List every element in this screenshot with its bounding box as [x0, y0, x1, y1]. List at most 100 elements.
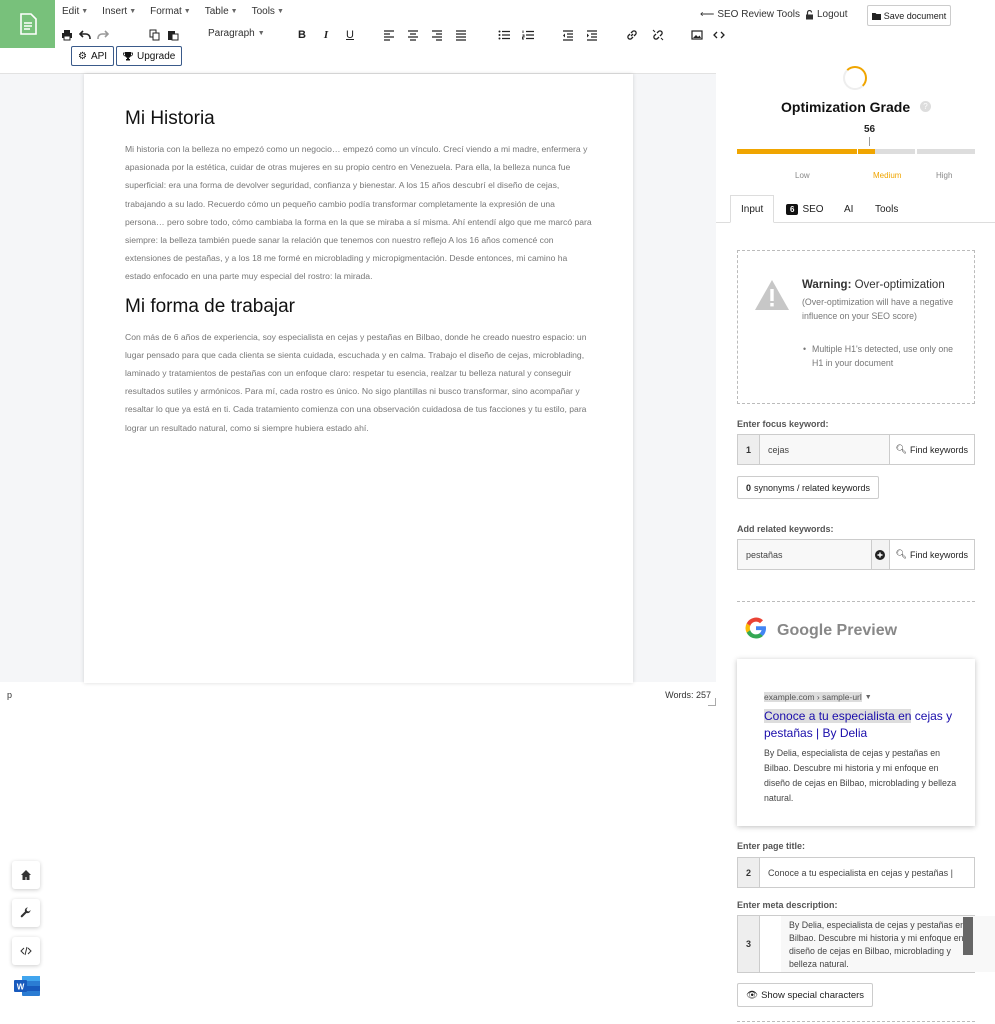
italic-button[interactable]: I — [317, 27, 335, 43]
indent-icon — [587, 30, 597, 41]
help-icon[interactable]: ? — [920, 101, 931, 112]
paste-button[interactable] — [164, 27, 182, 43]
underline-button[interactable]: U — [341, 27, 359, 43]
api-button[interactable]: ⚙ API — [71, 46, 115, 66]
editor-heading-2[interactable]: Mi forma de trabajar — [125, 296, 593, 318]
paste-icon — [168, 31, 179, 41]
serp-title[interactable]: Conoce a tu especialista en cejas y pest… — [764, 708, 961, 742]
add-keyword-button[interactable] — [870, 540, 889, 569]
menu-bar: Edit ▼ Insert ▼ Format ▼ Table ▼ Tools ▼ — [62, 6, 284, 17]
code-icon — [20, 946, 32, 956]
show-special-characters-button[interactable]: 👁︎ Show special characters — [737, 983, 874, 1007]
editor-heading-1[interactable]: Mi Historia — [125, 108, 593, 130]
microsoft-word-icon[interactable]: W — [14, 975, 40, 997]
related-keywords-input[interactable]: pestañas — [738, 540, 871, 569]
grade-marker — [869, 137, 870, 146]
find-related-keywords-button[interactable]: 🔍︎ Find keywords — [888, 540, 974, 569]
menu-format[interactable]: Format ▼ — [150, 6, 191, 17]
caret-down-icon: ▼ — [183, 8, 191, 15]
synonyms-button[interactable]: 0 synonyms / related keywords — [737, 476, 880, 499]
serp-title-highlight: Conoce a tu especialista en — [764, 709, 912, 723]
related-keywords-label: Add related keywords: — [737, 524, 834, 534]
print-button[interactable] — [58, 27, 76, 43]
resize-handle[interactable] — [708, 698, 716, 706]
page-title-input[interactable]: Conoce a tu especialista en cejas y pest… — [760, 858, 974, 887]
app-logo[interactable] — [0, 0, 55, 48]
menu-edit[interactable]: Edit ▼ — [62, 6, 88, 17]
plus-circle-icon — [875, 549, 886, 560]
align-right-button[interactable] — [428, 27, 446, 43]
tab-tools[interactable]: Tools — [875, 195, 898, 223]
settings-button[interactable] — [12, 899, 40, 927]
caret-down-icon: ▼ — [230, 8, 238, 15]
editor-content[interactable]: Mi Historia Mi historia con la belleza n… — [84, 74, 633, 683]
find-keywords-button[interactable]: 🔍︎ Find keywords — [888, 435, 974, 464]
menu-table[interactable]: Table ▼ — [205, 6, 238, 17]
toolbar-lists — [495, 27, 537, 43]
tab-ai[interactable]: AI — [844, 195, 853, 223]
tab-input-label: Input — [741, 203, 764, 215]
tab-seo[interactable]: 6 SEO — [786, 195, 824, 223]
menu-format-label: Format — [150, 6, 182, 17]
grade-bar-medium-fill — [858, 149, 876, 154]
image-icon — [691, 30, 703, 40]
align-left-button[interactable] — [380, 27, 398, 43]
seo-panel: Optimization Grade ? 56 Low Medium High … — [716, 0, 995, 1024]
word-logo: W — [14, 976, 40, 996]
embed-code-button[interactable] — [12, 937, 40, 965]
toolbar-clipboard — [146, 27, 182, 43]
undo-icon — [79, 30, 91, 39]
numbered-list-button[interactable] — [519, 27, 537, 43]
bullet-list-button[interactable] — [495, 27, 513, 43]
link-button[interactable] — [623, 27, 641, 43]
menu-insert[interactable]: Insert ▼ — [102, 6, 136, 17]
outdent-button[interactable] — [559, 27, 577, 43]
find-related-keywords-label: Find keywords — [909, 549, 968, 560]
serp-description: By Delia, especialista de cejas y pestañ… — [764, 748, 957, 803]
home-button[interactable] — [12, 861, 40, 889]
unlink-button[interactable] — [649, 27, 667, 43]
toolbar-align — [380, 27, 470, 43]
search-icon: 🔍︎ — [895, 444, 907, 454]
focus-keyword-group: 1 cejas 🔍︎ Find keywords — [737, 434, 975, 465]
upgrade-button[interactable]: Upgrade — [116, 46, 183, 66]
show-special-characters-label: Show special characters — [761, 989, 865, 1001]
section-divider — [737, 601, 975, 602]
focus-keyword-input[interactable]: cejas — [760, 435, 889, 464]
editor-statusbar: p Words: 257 — [0, 690, 716, 706]
copy-button[interactable] — [146, 27, 164, 43]
align-justify-button[interactable] — [452, 27, 470, 43]
editor-paragraph-2[interactable]: Con más de 6 años de experiencia, soy es… — [125, 328, 593, 437]
toolbar-history — [58, 27, 112, 43]
numbered-list-icon — [522, 30, 534, 40]
find-keywords-label: Find keywords — [909, 444, 968, 455]
page-title-number: 2 — [738, 858, 760, 887]
align-center-button[interactable] — [404, 27, 422, 43]
unlink-icon — [652, 29, 664, 41]
meta-description-scrollbar[interactable] — [963, 917, 973, 955]
redo-button[interactable] — [94, 27, 112, 43]
toolbar-indent — [559, 27, 601, 43]
image-button[interactable] — [688, 27, 706, 43]
menu-tools[interactable]: Tools ▼ — [252, 6, 284, 17]
synonyms-label: synonyms / related keywords — [754, 482, 871, 493]
warning-description: (Over-optimization will have a negative … — [802, 297, 954, 321]
undo-button[interactable] — [76, 27, 94, 43]
tab-input[interactable]: Input — [730, 195, 775, 223]
paragraph-select[interactable]: Paragraph ▼ — [208, 28, 265, 39]
word-count: Words: 257 — [665, 690, 711, 700]
caret-down-icon: ▼ — [81, 8, 89, 15]
outdent-icon — [563, 30, 573, 41]
bold-button[interactable]: B — [293, 27, 311, 43]
section-divider — [737, 1021, 975, 1022]
tab-tools-label: Tools — [875, 203, 899, 215]
align-center-icon — [408, 30, 418, 41]
tab-seo-label: SEO — [802, 203, 824, 215]
focus-keyword-label: Enter focus keyword: — [737, 419, 829, 429]
grade-medium-label: Medium — [873, 171, 902, 180]
menu-table-label: Table — [204, 6, 229, 17]
editor-paragraph-1[interactable]: Mi historia con la belleza no empezó com… — [125, 140, 593, 286]
grade-bar-low — [737, 149, 857, 154]
element-path[interactable]: p — [7, 690, 12, 700]
indent-button[interactable] — [583, 27, 601, 43]
